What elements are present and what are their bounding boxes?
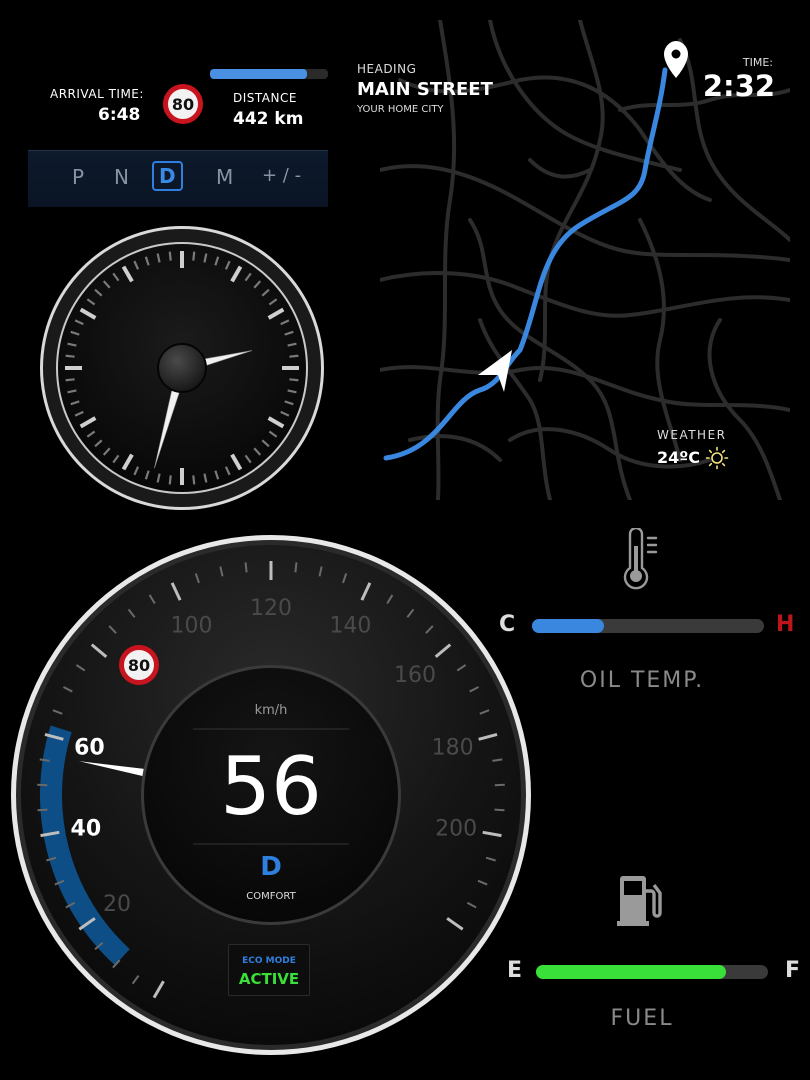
sun-icon [705,446,729,470]
clock-tick [192,475,196,485]
speed-tick-label: 60 [74,735,105,760]
oil-temp-hot-label: H [776,612,795,637]
speed-unit: km/h [254,703,288,718]
gear-d[interactable]: D [152,161,183,191]
oil-temp-label: OIL TEMP. [579,668,705,693]
fuel-fill [536,965,727,979]
trip-progress-fill [210,69,307,79]
clock-tick [289,354,299,358]
clock-tick [65,354,75,358]
speed-tick-label: 120 [250,596,292,621]
drive-mode: COMFORT [246,891,296,902]
eco-mode-label: ECO MODE [242,956,296,966]
speed-limit-value: 80 [171,94,195,114]
speed-tick-label: 160 [394,663,436,688]
clock-tick [168,475,172,485]
speed-tick-label: 100 [171,614,213,639]
thermometer-icon [623,528,658,590]
street-name: MAIN STREET [357,79,493,100]
speed-tick [37,808,48,812]
gear-n[interactable]: N [114,165,129,189]
arrival-time-label: ARRIVAL TIME: [50,87,144,101]
arrival-time-value: 6:48 [98,105,141,125]
distance-label: DISTANCE [233,91,297,105]
fuel-empty-label: E [507,958,523,983]
destination-pin-icon [664,41,688,78]
speed-tick [494,808,505,812]
speed-tick-label: 140 [329,614,371,639]
speed-tick-label: 20 [103,892,131,917]
clock-tick [192,251,196,261]
speed-value: 56 [220,740,322,833]
fuel-full-label: F [785,958,801,983]
analog-clock [40,226,324,510]
speed-tick-label: 200 [435,817,477,842]
weather-label: WEATHER [657,428,727,442]
fuel-track [536,965,768,979]
city-name: YOUR HOME CITY [357,104,444,115]
heading-label: HEADING [357,62,417,76]
speed-tick [244,562,248,573]
route-line [383,67,668,461]
temperature-value: 24ºC [657,448,701,467]
gear-selector[interactable]: P N D M + / - [28,150,328,207]
eco-mode-status: ACTIVE [238,970,300,988]
clock-tick [168,251,172,261]
oil-temp-fill [532,619,604,633]
speed-tick [294,562,298,573]
gear-m[interactable]: M [216,165,233,189]
clock-tick [289,378,299,382]
distance-value: 442 km [233,109,304,129]
time-label: TIME: [742,56,773,69]
oil-temp-track [532,619,764,633]
speedometer-speed-limit-sign: 80 [119,645,159,685]
fuel-label: FUEL [610,1006,674,1031]
clock-tick [65,378,75,382]
speed-limit-sign: 80 [163,84,203,124]
time-value: 2:32 [702,69,775,103]
current-gear: D [260,852,282,882]
clock-hub [157,343,207,393]
fuel-pump-icon [617,876,662,926]
eco-mode-box[interactable]: ECO MODE ACTIVE [228,944,310,996]
oil-temp-cold-label: C [499,612,516,637]
speed-tick-label: 40 [71,817,102,842]
gear-manual-shift[interactable]: + / - [262,165,301,186]
gear-p[interactable]: P [72,165,84,189]
trip-progress-track [210,69,328,79]
speed-tick-label: 180 [432,735,474,760]
speedometer-speed-limit-value: 80 [127,655,151,675]
trip-panel: ARRIVAL TIME: 6:48 80 DISTANCE 442 km [20,60,340,140]
